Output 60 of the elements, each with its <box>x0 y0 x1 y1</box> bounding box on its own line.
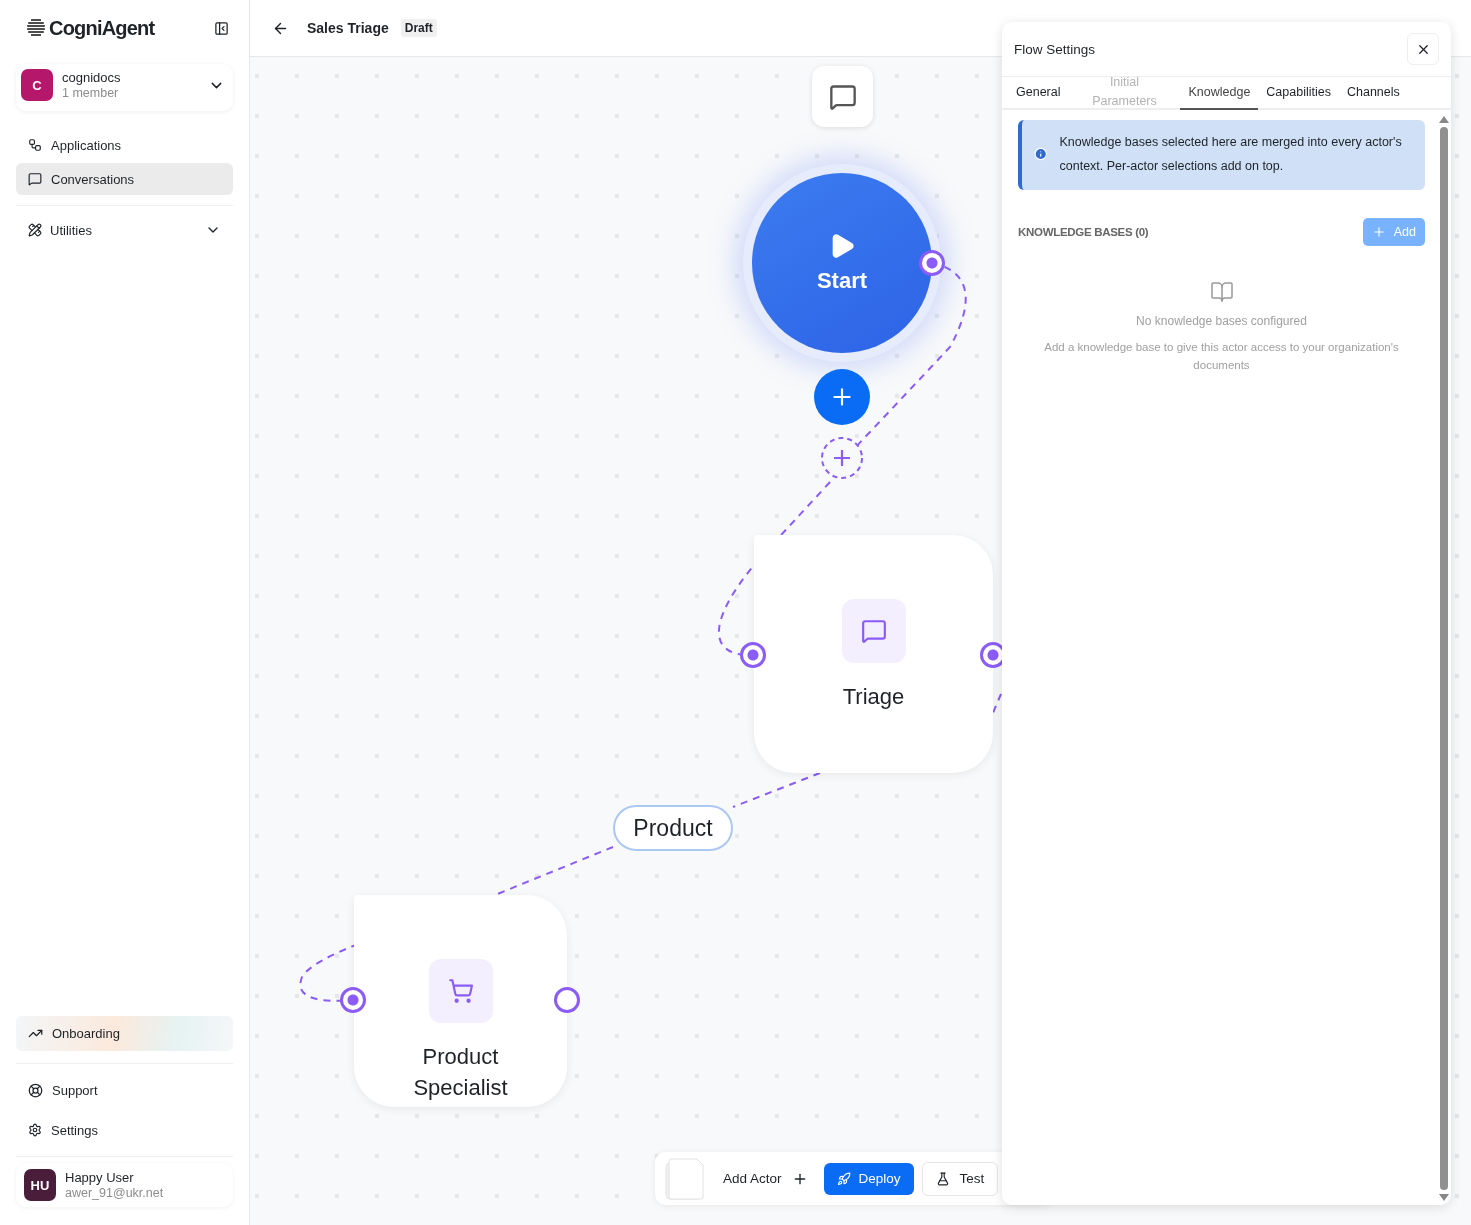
workspace-avatar: C <box>21 69 53 101</box>
sidebar-item[interactable]: Applications <box>16 129 233 161</box>
utilities-section[interactable]: Utilities <box>16 214 233 246</box>
chat-icon <box>860 618 887 644</box>
connection-handle[interactable] <box>554 987 580 1013</box>
actor-node[interactable]: Triage <box>754 535 993 773</box>
cart-icon <box>447 978 474 1004</box>
start-label: Start <box>816 268 868 294</box>
section-title: KNOWLEDGE BASES (0) <box>1018 226 1149 238</box>
member-count: 1 member <box>62 86 120 100</box>
rocket-icon <box>836 1171 851 1186</box>
onboarding-button[interactable]: Onboarding <box>16 1016 233 1051</box>
connection-handle[interactable] <box>919 250 945 276</box>
panel-title: Flow Settings <box>1014 41 1096 57</box>
connection-handle[interactable] <box>340 987 366 1013</box>
actor-node[interactable]: Product Specialist <box>354 895 567 1107</box>
add-step-button[interactable] <box>820 436 864 480</box>
plus-icon <box>1371 225 1386 239</box>
deploy-button[interactable]: Deploy <box>823 1162 914 1195</box>
node-label: Product Specialist <box>412 1043 509 1102</box>
tab[interactable]: Knowledge <box>1180 77 1259 110</box>
empty-title: No knowledge bases configured <box>1136 314 1307 328</box>
info-text: Knowledge bases selected here are merged into every actor's context. Per-actor selections add on top. <box>1059 134 1403 175</box>
flow-title: Sales Triage <box>307 20 389 36</box>
test-button[interactable]: Test <box>921 1161 999 1196</box>
tab[interactable]: Capabilities <box>1258 77 1339 110</box>
user-name: Happy User <box>65 1170 135 1185</box>
settings-icon <box>28 1123 42 1137</box>
node-label: Triage <box>842 683 905 711</box>
edge-line <box>992 693 1002 714</box>
tab[interactable]: Channels <box>1338 77 1408 110</box>
logo-icon <box>26 18 46 38</box>
logo: CogniAgent <box>49 16 155 40</box>
workspace-switcher[interactable]: C cognidocs 1 member <box>16 64 233 111</box>
edge-label[interactable]: Product <box>613 805 733 851</box>
connection-handle[interactable] <box>740 642 766 668</box>
chat-icon <box>828 82 857 111</box>
add-actor-button[interactable]: Add Actor <box>715 1162 816 1195</box>
comment-button[interactable] <box>812 66 873 127</box>
pencil-ruler-icon <box>28 223 42 237</box>
scroll-up-arrow-icon <box>1439 116 1449 123</box>
workflow-icon <box>28 138 42 152</box>
collapse-sidebar-button[interactable] <box>214 20 229 36</box>
user-avatar: HU <box>24 1169 56 1201</box>
flask-icon <box>935 1171 950 1186</box>
chat-icon <box>28 172 42 186</box>
lifebuoy-icon <box>28 1082 43 1098</box>
workspace-name: cognidocs <box>62 70 122 85</box>
scroll-down-arrow-icon <box>1439 1194 1449 1201</box>
empty-description: Add a knowledge base to give this actor access to your organization's documents <box>1043 340 1400 373</box>
add-node-button[interactable] <box>814 369 870 425</box>
close-button[interactable] <box>1407 33 1439 65</box>
book-icon <box>1209 280 1234 304</box>
sidebar-item[interactable]: Support <box>16 1074 233 1106</box>
user-profile[interactable]: HU Happy User awer_91@ukr.net <box>16 1163 233 1207</box>
status-badge: Draft <box>400 19 437 37</box>
user-email: awer_91@ukr.net <box>65 1186 165 1200</box>
sidebar-item[interactable]: Conversations <box>16 163 233 195</box>
sidebar-item[interactable]: Settings <box>16 1114 233 1146</box>
tab[interactable]: General <box>1008 77 1069 110</box>
